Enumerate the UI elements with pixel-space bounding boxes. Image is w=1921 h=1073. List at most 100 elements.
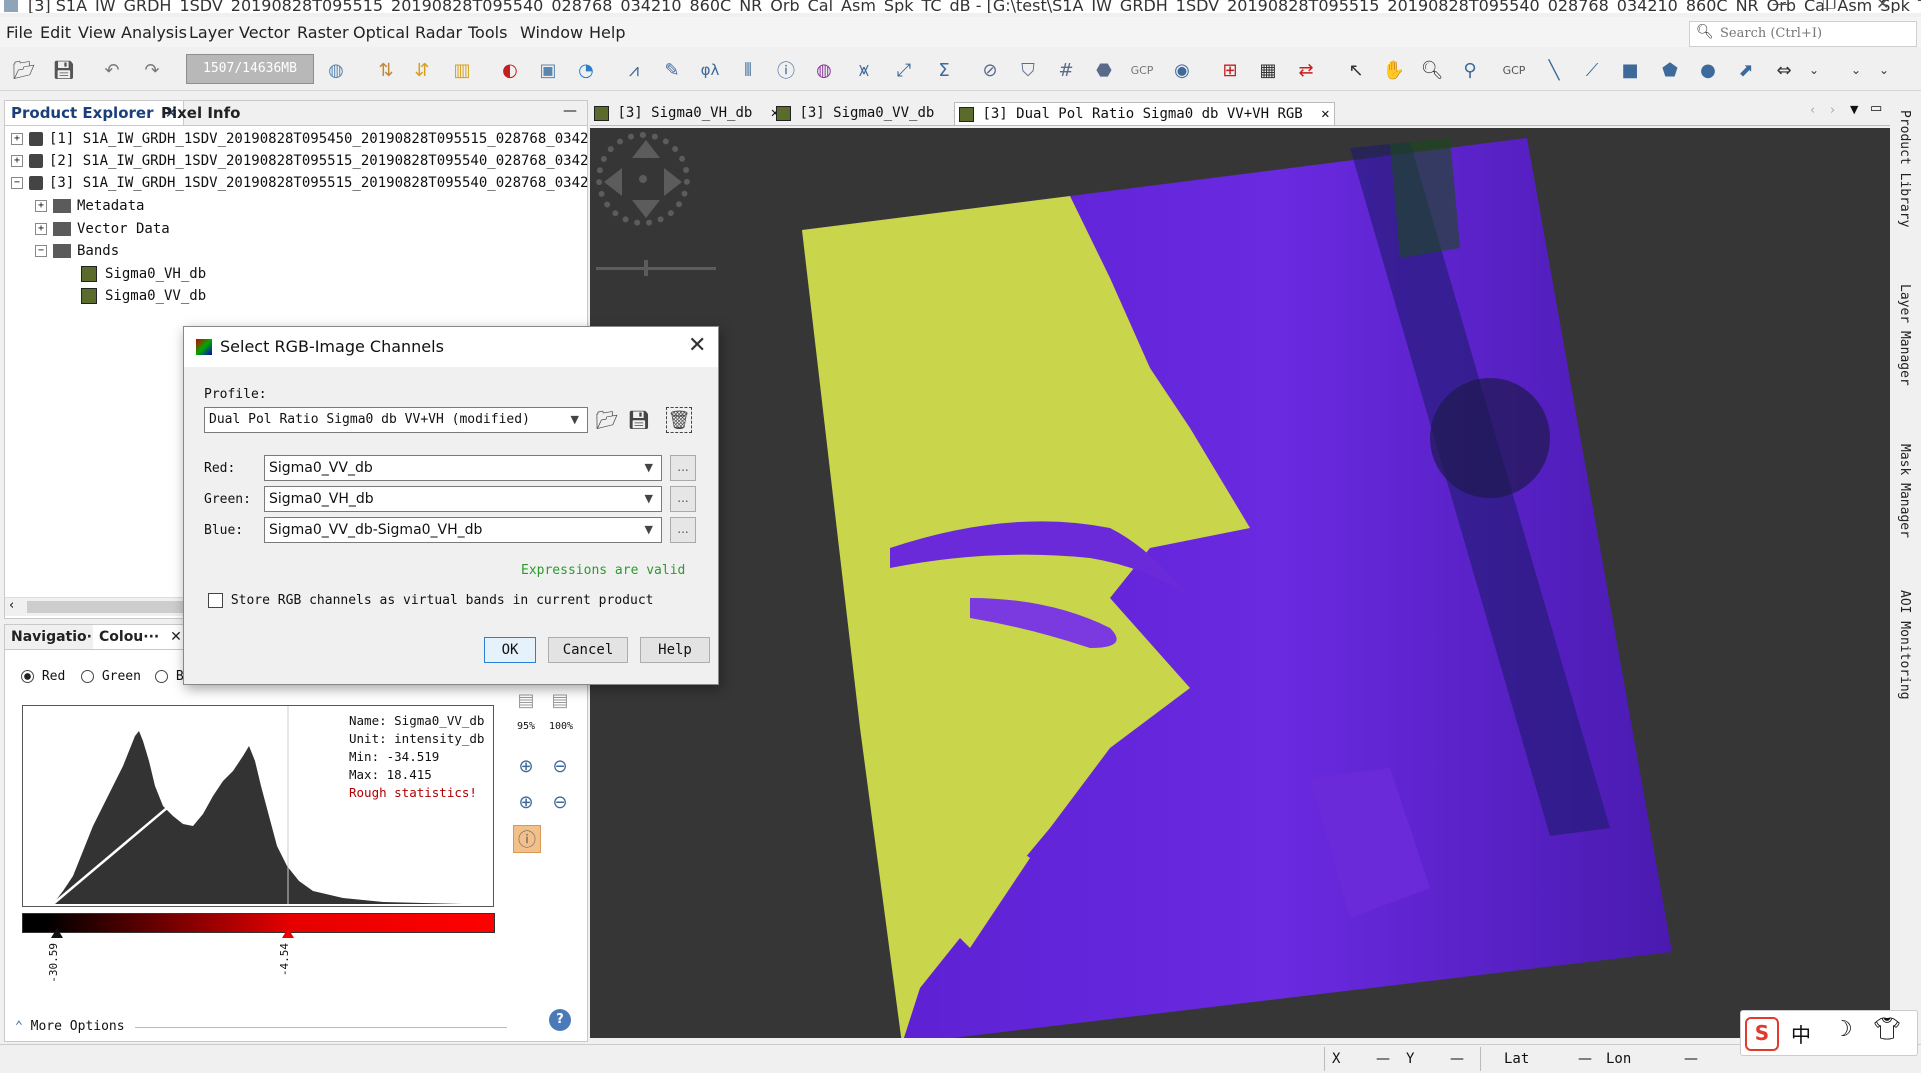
histogram-icon[interactable]: ⩙ bbox=[850, 56, 878, 84]
open-profile-icon[interactable]: 📂︎ bbox=[594, 407, 620, 433]
collapse-icon[interactable]: − bbox=[35, 245, 47, 257]
range-95-button[interactable]: 95% bbox=[517, 721, 535, 732]
gcp-placing-icon[interactable]: GCP bbox=[1500, 56, 1528, 84]
close-tab-icon[interactable]: ✕ bbox=[1321, 106, 1329, 122]
close-tab-icon[interactable]: ✕ bbox=[170, 629, 182, 645]
statistics-plot-icon[interactable]: ⤢ bbox=[890, 56, 918, 84]
tree-band-vv[interactable]: Sigma0_VV_db bbox=[81, 288, 206, 304]
tab-scroll-right-icon[interactable]: › bbox=[1830, 103, 1835, 118]
slider-min-handle[interactable] bbox=[51, 928, 63, 938]
menu-radar[interactable]: Radar bbox=[415, 23, 462, 42]
pan-right-icon[interactable] bbox=[664, 168, 682, 196]
tab-list-icon[interactable]: ▼ bbox=[1850, 103, 1858, 116]
close-window-icon[interactable]: ✕ bbox=[1876, 0, 1889, 13]
undo-icon[interactable]: ↶ bbox=[98, 56, 126, 84]
layer-editor-icon[interactable]: ⊘ bbox=[976, 56, 1004, 84]
profile-plot-icon[interactable]: ⫴ bbox=[734, 56, 762, 84]
zoom-slider-track[interactable] bbox=[596, 267, 716, 270]
blue-expression-editor-button[interactable]: ... bbox=[670, 517, 696, 543]
red-expression-select[interactable]: Sigma0_VV_db ▼ bbox=[264, 455, 662, 481]
zoom-tool-icon[interactable]: 🔍︎ bbox=[1418, 56, 1446, 84]
pixel-geocoding-icon[interactable]: ⊞ bbox=[1216, 56, 1244, 84]
menu-analysis[interactable]: Analysis bbox=[121, 23, 187, 42]
range-100-button[interactable]: 100% bbox=[549, 721, 573, 732]
pin-manager-icon[interactable]: ✎ bbox=[658, 56, 686, 84]
image-view-icon[interactable]: ▣ bbox=[534, 56, 562, 84]
restore-icon[interactable]: ❐ bbox=[1822, 0, 1836, 13]
scrollbar-thumb[interactable] bbox=[27, 601, 187, 613]
pan-center-icon[interactable] bbox=[639, 175, 647, 183]
minimize-panel-icon[interactable]: — bbox=[563, 103, 577, 119]
menu-file[interactable]: File bbox=[6, 23, 33, 42]
menu-edit[interactable]: Edit bbox=[40, 23, 71, 42]
zoom-in-vertical-icon[interactable]: ⊕ bbox=[513, 753, 539, 779]
menu-vector[interactable]: Vector bbox=[239, 23, 290, 42]
save-profile-icon[interactable]: 💾︎ bbox=[626, 407, 652, 433]
help-button[interactable]: Help bbox=[640, 637, 710, 663]
ime-skin-icon[interactable]: 👕︎ bbox=[1873, 1017, 1901, 1042]
red-expression-editor-button[interactable]: ... bbox=[670, 455, 696, 481]
range-finder-icon[interactable]: ⇔ bbox=[1770, 56, 1798, 84]
menu-layer[interactable]: Layer bbox=[189, 23, 234, 42]
ime-mode-toggle[interactable]: 中 bbox=[1791, 1019, 1811, 1048]
save-product-icon[interactable]: 💾︎ bbox=[50, 56, 78, 84]
ok-button[interactable]: OK bbox=[484, 637, 536, 663]
time-series-icon[interactable]: ⇄ bbox=[1292, 56, 1320, 84]
expand-icon[interactable]: + bbox=[11, 155, 23, 167]
green-expression-select[interactable]: Sigma0_VH_db ▼ bbox=[264, 486, 662, 512]
spectrum-view-icon[interactable]: ⩘ bbox=[620, 56, 648, 84]
slider-max-value[interactable]: -4.54 bbox=[278, 943, 291, 976]
draw-polygon-icon[interactable]: ⬟ bbox=[1656, 56, 1684, 84]
image-view[interactable] bbox=[590, 128, 1890, 1038]
menu-tools[interactable]: Tools bbox=[468, 23, 507, 42]
tree-product-3[interactable]: − [3] S1A_IW_GRDH_1SDV_20190828T095515_20… bbox=[11, 175, 639, 191]
pan-up-icon[interactable] bbox=[632, 140, 660, 158]
toolbar-overflow-icon-2[interactable]: ⌄ bbox=[1842, 56, 1870, 84]
menu-optical[interactable]: Optical bbox=[353, 23, 410, 42]
rgb-window-icon[interactable]: ◐ bbox=[496, 56, 524, 84]
tree-band-vh[interactable]: Sigma0_VH_db bbox=[81, 266, 206, 282]
export-palette-icon[interactable]: ▤ bbox=[547, 687, 573, 713]
mask-manager-tab[interactable]: Mask Manager bbox=[1897, 444, 1912, 538]
toolbar-overflow-icon-3[interactable]: ⌄ bbox=[1870, 56, 1898, 84]
tree-product-2[interactable]: + [2] S1A_IW_GRDH_1SDV_20190828T095515_20… bbox=[11, 153, 639, 169]
layer-manager-tab[interactable]: Layer Manager bbox=[1897, 284, 1912, 386]
draw-rectangle-icon[interactable]: ■ bbox=[1616, 56, 1644, 84]
memory-indicator[interactable]: 1507/14636MB bbox=[186, 54, 314, 84]
gcp-tool-icon[interactable]: ⛉ bbox=[1014, 56, 1042, 84]
tab-colour-manipulation[interactable]: Colou··· ✕ bbox=[93, 625, 188, 649]
menu-help[interactable]: Help bbox=[589, 23, 625, 42]
green-expression-editor-button[interactable]: ... bbox=[670, 486, 696, 512]
menu-raster[interactable]: Raster bbox=[297, 23, 349, 42]
collapse-icon[interactable]: − bbox=[11, 177, 23, 189]
tab-dual-pol-rgb[interactable]: [3] Dual Pol Ratio Sigma0 db VV+VH RGB ✕ bbox=[954, 102, 1335, 125]
tab-sigma0-vh[interactable]: [3] Sigma0_VH_db ✕ bbox=[594, 102, 779, 124]
graticule-icon[interactable]: # bbox=[1052, 56, 1080, 84]
scatter-plot-icon[interactable]: ◍ bbox=[810, 56, 838, 84]
import-palette-icon[interactable]: ▤ bbox=[513, 687, 539, 713]
delete-profile-icon[interactable]: 🗑︎ bbox=[666, 407, 692, 433]
open-product-icon[interactable]: 📂︎ bbox=[10, 56, 38, 84]
menu-view[interactable]: View bbox=[78, 23, 116, 42]
overlay-icon[interactable]: ▦ bbox=[1254, 56, 1282, 84]
scroll-left-icon[interactable]: ‹ bbox=[9, 598, 14, 613]
tree-node-metadata[interactable]: + Metadata bbox=[35, 198, 144, 214]
cancel-button[interactable]: Cancel bbox=[548, 637, 628, 663]
pins-icon[interactable]: ⬣ bbox=[1090, 56, 1118, 84]
world-map-icon[interactable]: ◔ bbox=[572, 56, 600, 84]
redo-icon[interactable]: ↷ bbox=[138, 56, 166, 84]
aoi-monitoring-tab[interactable]: AOI Monitoring bbox=[1897, 590, 1912, 700]
minimize-icon[interactable]: — bbox=[1772, 0, 1788, 13]
tree-node-bands[interactable]: − Bands bbox=[35, 243, 119, 259]
magic-wand-icon[interactable]: ⬈ bbox=[1732, 56, 1760, 84]
pan-tool-icon[interactable]: ✋ bbox=[1380, 56, 1408, 84]
close-dialog-icon[interactable]: ✕ bbox=[688, 333, 706, 358]
information-toggle-icon[interactable]: ⓘ bbox=[513, 825, 541, 853]
maximize-view-icon[interactable]: ▭ bbox=[1870, 101, 1882, 116]
tree-product-1[interactable]: + [1] S1A_IW_GRDH_1SDV_20190828T095450_20… bbox=[11, 131, 639, 147]
radio-green[interactable]: Green bbox=[81, 669, 141, 684]
tab-sigma0-vv[interactable]: [3] Sigma0_VV_db ✕ bbox=[776, 102, 961, 124]
profile-select[interactable]: Dual Pol Ratio Sigma0 db VV+VH (modified… bbox=[204, 407, 588, 433]
draw-ellipse-icon[interactable]: ● bbox=[1694, 56, 1722, 84]
tree-node-vector-data[interactable]: + Vector Data bbox=[35, 221, 170, 237]
